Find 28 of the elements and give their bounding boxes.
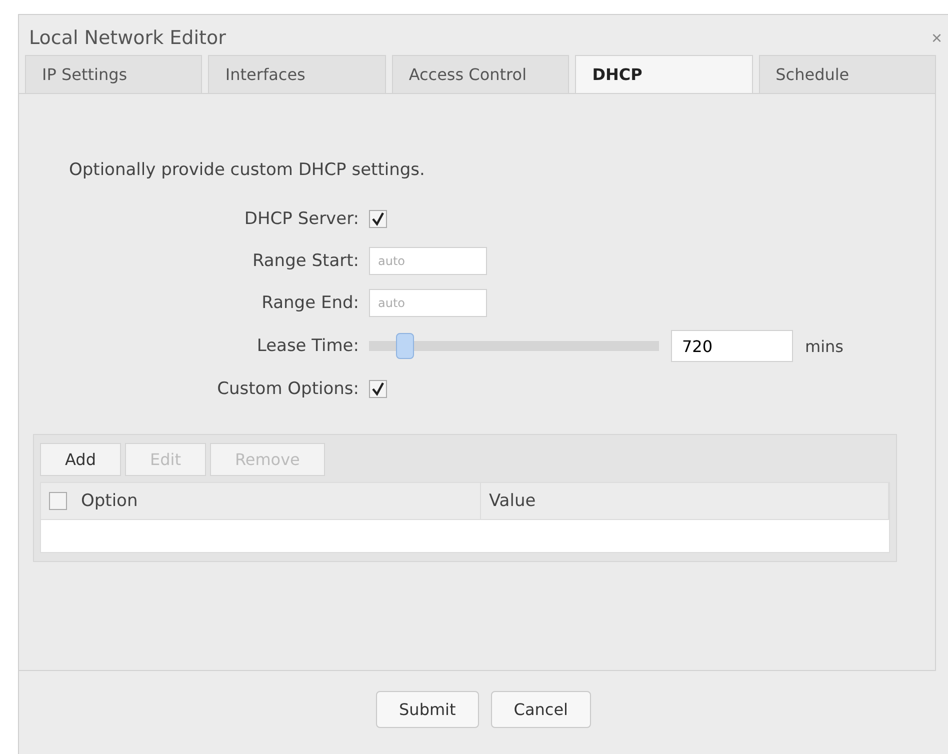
field-label: DHCP Server: bbox=[243, 209, 360, 229]
checkmark-icon bbox=[371, 382, 385, 396]
field-label: Range Start: bbox=[251, 251, 360, 271]
dialog-button[interactable]: Submit bbox=[376, 691, 479, 728]
tab[interactable]: DHCP bbox=[575, 55, 753, 93]
tab[interactable]: IP Settings bbox=[25, 55, 202, 93]
close-button[interactable]: × bbox=[931, 28, 942, 48]
intro-text: Optionally provide custom DHCP settings. bbox=[69, 160, 426, 180]
checkbox[interactable] bbox=[369, 380, 387, 398]
tab[interactable]: Interfaces bbox=[208, 55, 386, 93]
column-header: Value bbox=[489, 491, 536, 511]
checkbox[interactable] bbox=[49, 492, 67, 510]
unit-label: mins bbox=[805, 336, 844, 356]
text-field[interactable]: auto bbox=[369, 289, 487, 317]
checkbox[interactable] bbox=[369, 210, 387, 228]
number-field[interactable]: 720 bbox=[671, 330, 793, 362]
column-header: Option bbox=[81, 491, 138, 511]
checkmark-icon bbox=[371, 212, 385, 226]
window-title: Local Network Editor bbox=[29, 27, 226, 49]
toolbar-button[interactable]: Add bbox=[40, 443, 121, 476]
text-field[interactable]: auto bbox=[369, 247, 487, 275]
field-label: Lease Time: bbox=[256, 336, 360, 356]
tab[interactable]: Access Control bbox=[392, 55, 570, 93]
dialog-button[interactable]: Cancel bbox=[490, 691, 591, 728]
field-label: Custom Options: bbox=[216, 379, 360, 399]
field-label: Range End: bbox=[260, 293, 360, 313]
slider-thumb[interactable] bbox=[396, 333, 414, 359]
tab[interactable]: Schedule bbox=[758, 55, 936, 93]
